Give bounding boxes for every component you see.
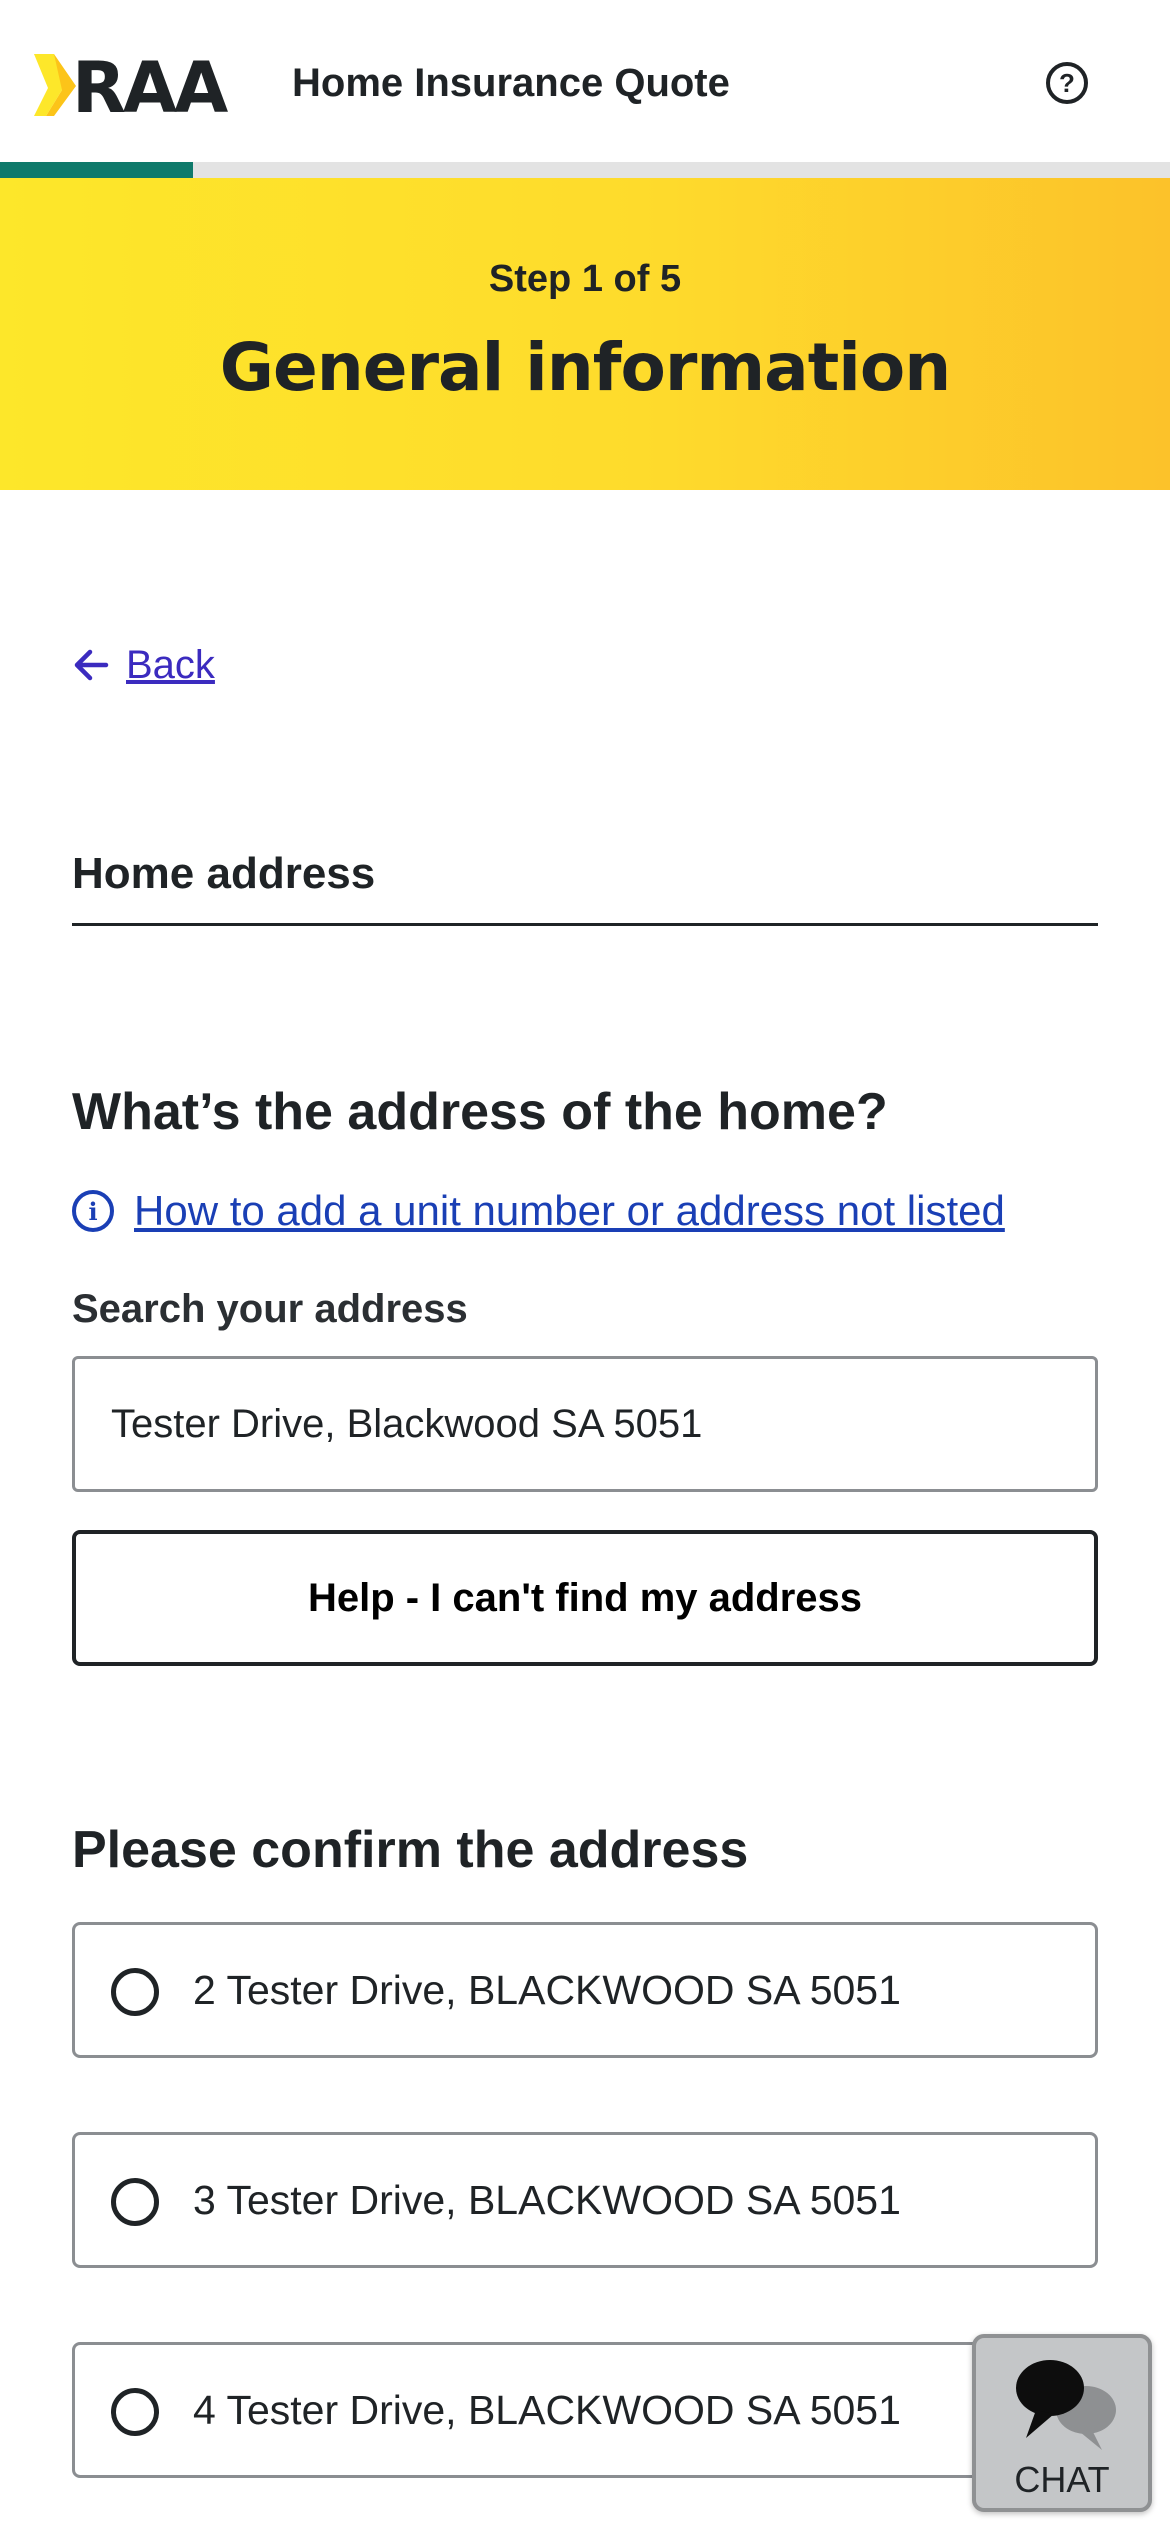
address-option[interactable]: 4 Tester Drive, BLACKWOOD SA 5051	[72, 2342, 1098, 2478]
back-link[interactable]: Back	[70, 640, 215, 690]
step-banner: Step 1 of 5 General information	[0, 178, 1170, 490]
address-option[interactable]: 3 Tester Drive, BLACKWOOD SA 5051	[72, 2132, 1098, 2268]
address-option-label: 4 Tester Drive, BLACKWOOD SA 5051	[193, 2386, 901, 2433]
back-label: Back	[126, 643, 215, 687]
chat-bubbles-icon	[1016, 2360, 1116, 2450]
chat-label: CHAT	[1014, 2459, 1110, 2500]
cant-find-address-button[interactable]: Help - I can't find my address	[72, 1530, 1098, 1666]
search-address-field[interactable]	[72, 1356, 1098, 1492]
question-circle-icon[interactable]: ?	[1046, 62, 1088, 104]
radio-button[interactable]	[111, 1968, 159, 2016]
arrow-left-icon	[74, 649, 109, 681]
address-option-label: 2 Tester Drive, BLACKWOOD SA 5051	[193, 1966, 901, 2013]
search-address-label: Search your address	[72, 1287, 468, 1331]
app-header: RAA Home Insurance Quote ?	[0, 0, 1170, 162]
raa-logo-mark: RAA	[34, 52, 231, 116]
progress-fill	[0, 162, 194, 178]
address-option-label: 3 Tester Drive, BLACKWOOD SA 5051	[193, 2176, 901, 2223]
question-title: What’s the address of the home?	[72, 1083, 888, 1141]
section-title: Home address	[72, 849, 376, 898]
info-link-text: How to add a unit number or address not …	[134, 1187, 1005, 1234]
progress-bar	[0, 162, 1170, 178]
section-heading: Home address	[72, 846, 1098, 926]
address-option[interactable]: 2 Tester Drive, BLACKWOOD SA 5051	[72, 1922, 1098, 2058]
header-title: Home Insurance Quote	[292, 61, 730, 105]
radio-button[interactable]	[111, 2178, 159, 2226]
chat-button[interactable]: CHAT	[972, 2334, 1152, 2512]
raa-logo[interactable]: RAA	[34, 52, 256, 116]
confirm-address-title: Please confirm the address	[72, 1821, 749, 1879]
radio-button[interactable]	[111, 2388, 159, 2436]
search-address-input[interactable]	[111, 1359, 1061, 1489]
page-title: General information	[219, 329, 951, 406]
logo-text: RAA	[72, 52, 228, 116]
unit-number-help-link[interactable]: i How to add a unit number or address no…	[72, 1185, 1005, 1237]
info-icon: i	[72, 1190, 114, 1232]
step-indicator: Step 1 of 5	[488, 258, 682, 300]
